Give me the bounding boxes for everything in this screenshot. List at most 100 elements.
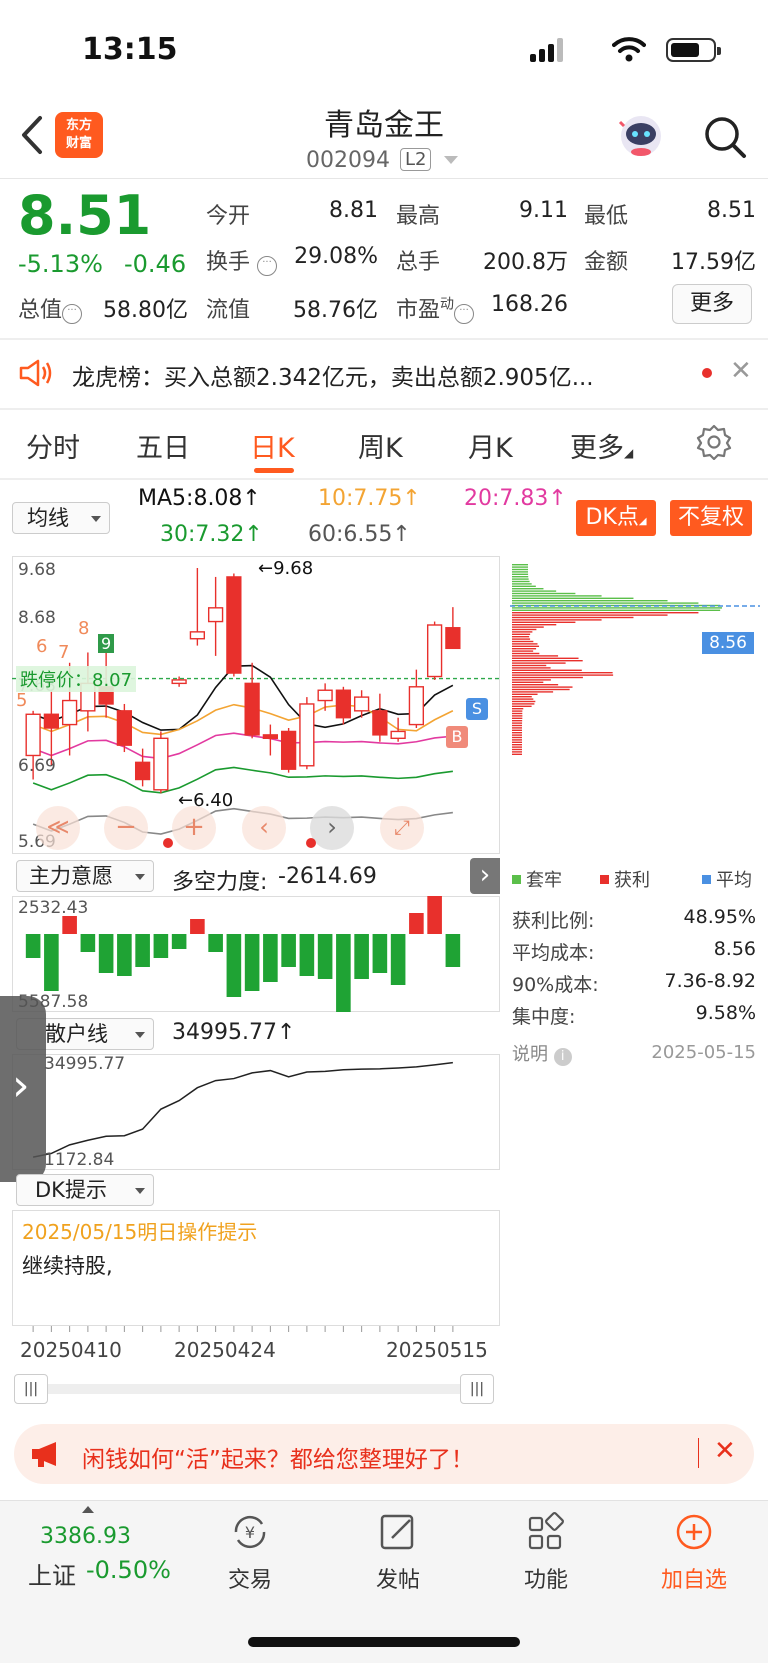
dk-hint-selector[interactable]: DK提示	[16, 1174, 154, 1206]
chip-bar	[512, 734, 523, 736]
low-label: 最低	[584, 204, 629, 229]
chip-bar	[512, 566, 529, 568]
candle-body	[445, 627, 461, 650]
chip-distribution-chart[interactable]	[510, 556, 760, 766]
plus-icon[interactable]: +	[172, 806, 216, 850]
dragon-tiger-text[interactable]: 龙虎榜：买入总额2.342亿元，卖出总额2.905亿...	[72, 358, 662, 392]
candle-body	[116, 710, 133, 746]
chip-bar	[512, 686, 573, 688]
nav-post[interactable]: 发帖	[338, 1512, 458, 1594]
index-change[interactable]: -0.50%	[86, 1556, 171, 1584]
current-price: 8.51	[18, 184, 152, 247]
candle-body	[262, 734, 279, 740]
candle-body	[372, 710, 388, 736]
more-button[interactable]: 更多	[672, 284, 752, 324]
tab-weekly-k[interactable]: 周K	[358, 426, 403, 465]
tab-monthly-k[interactable]: 月K	[468, 426, 513, 465]
expand-icon[interactable]: ⤢	[380, 806, 424, 850]
chip-bar	[512, 648, 537, 650]
market-cap-value: 58.80亿	[103, 298, 188, 323]
range-slider-left-handle[interactable]: |||	[14, 1374, 48, 1404]
change-percent: -5.13%	[18, 250, 103, 278]
chip-bar	[512, 595, 602, 597]
level2-badge[interactable]: L2	[400, 148, 432, 171]
chip-bar	[512, 746, 522, 748]
stock-code[interactable]: 002094	[306, 148, 390, 173]
explain-link[interactable]: 说明 i	[512, 1040, 572, 1066]
tab-more[interactable]: 更多◢	[570, 426, 633, 465]
main-force-bar	[299, 934, 315, 976]
date-axis-ticks	[32, 1326, 454, 1332]
chevron-down-icon[interactable]	[444, 156, 458, 164]
nav-function[interactable]: 功能	[486, 1512, 606, 1594]
chevron-left-icon[interactable]: ‹	[242, 806, 286, 850]
chevron-right-icon[interactable]: ›	[310, 806, 354, 850]
main-force-selector[interactable]: 主力意愿	[16, 860, 154, 892]
ai-assistant-icon[interactable]	[616, 112, 666, 160]
main-force-bar	[409, 913, 424, 934]
nav-add-watchlist[interactable]: 加自选	[634, 1512, 754, 1594]
index-name[interactable]: 上证	[28, 1556, 76, 1591]
y-label-top: 9.68	[18, 560, 56, 580]
nav-trade[interactable]: ¥ 交易	[190, 1512, 310, 1594]
event-dot[interactable]	[306, 838, 316, 848]
info-dots-icon[interactable]: ···	[257, 256, 278, 276]
chip-bar	[512, 576, 529, 578]
main-force-bar	[427, 896, 442, 934]
tab-daily-k[interactable]: 日K	[250, 426, 295, 465]
grid-icon	[528, 1512, 564, 1550]
legend-trapped: 套牢	[512, 866, 562, 892]
minus-icon[interactable]: −	[104, 806, 148, 850]
index-value[interactable]: 3386.93	[40, 1524, 131, 1549]
close-icon[interactable]: ✕	[730, 356, 752, 386]
edit-icon	[380, 1514, 414, 1550]
chip-bar	[512, 580, 530, 583]
info-icon: i	[553, 1048, 572, 1066]
nine-turn-7: 7	[58, 642, 70, 663]
chip-bar	[512, 638, 531, 640]
range-slider-right-handle[interactable]: |||	[460, 1374, 494, 1404]
close-icon[interactable]: ✕	[714, 1436, 736, 1466]
chip-bar	[512, 739, 523, 741]
gear-icon[interactable]	[696, 424, 732, 460]
chevron-right-icon[interactable]: ›	[12, 1060, 30, 1111]
event-dot[interactable]	[163, 838, 173, 848]
chip-bar	[512, 585, 536, 587]
sell-signal-badge[interactable]: S	[466, 698, 488, 720]
chip-bar	[512, 712, 523, 715]
change-amount: -0.46	[124, 250, 187, 278]
dk-hint-date: 2025/05/15明日操作提示	[22, 1220, 258, 1244]
main-force-bar	[445, 934, 461, 967]
retail-value: 34995.77↑	[172, 1020, 296, 1045]
date-label-mid: 20250424	[174, 1338, 276, 1362]
chip-bar	[512, 748, 522, 751]
promo-divider	[698, 1438, 699, 1468]
zoom-out-fast-icon[interactable]: ≪	[36, 806, 80, 850]
chip-bar	[512, 717, 523, 719]
main-force-bar	[62, 916, 77, 934]
chip-bar	[512, 624, 557, 626]
panel-toggle-icon[interactable]: ›	[470, 858, 500, 894]
ma-selector[interactable]: 均线	[12, 502, 110, 534]
tab-five-day[interactable]: 五日	[136, 426, 190, 465]
promo-text[interactable]: 闲钱如何“活”起来？都给您整理好了！	[82, 1440, 474, 1474]
low-value: 8.51	[707, 198, 756, 223]
info-dots-icon[interactable]: ···	[454, 304, 475, 324]
nav-post-label: 发帖	[375, 1568, 420, 1593]
chip-bar	[512, 693, 538, 695]
high-label: 最高	[396, 204, 441, 229]
turnover-value: 29.08%	[294, 244, 378, 269]
retail-line	[32, 1061, 453, 1158]
range-slider-track[interactable]	[20, 1384, 494, 1394]
buy-signal-badge[interactable]: B	[446, 726, 468, 748]
volume-value: 200.8万	[483, 250, 568, 275]
candle-body	[426, 624, 443, 678]
legend-profit: 获利	[600, 866, 650, 892]
search-icon[interactable]	[700, 112, 750, 162]
tab-intraday[interactable]: 分时	[26, 426, 80, 465]
chip-bar	[512, 679, 551, 681]
no-adjust-button[interactable]: 不复权	[670, 500, 752, 536]
info-dots-icon[interactable]: ···	[62, 304, 83, 324]
nav-function-label: 功能	[523, 1568, 568, 1593]
dk-point-button[interactable]: DK点◢	[576, 500, 656, 536]
